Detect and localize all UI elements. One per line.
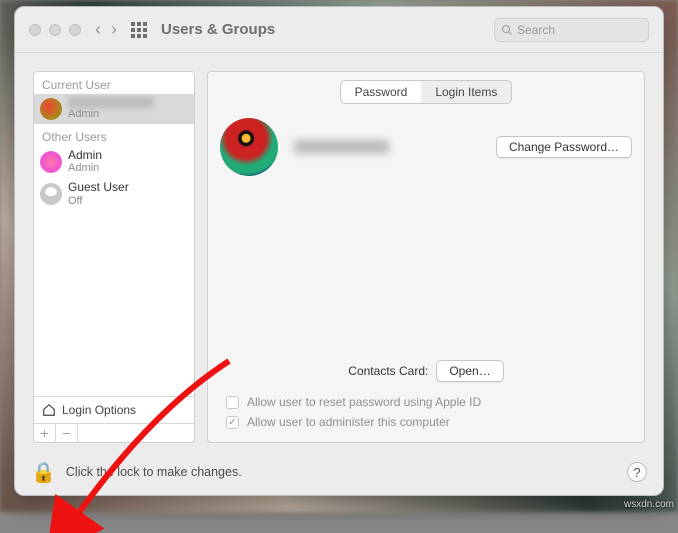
search-field[interactable]: Search [494, 18, 649, 42]
login-options-button[interactable]: Login Options [34, 396, 194, 423]
titlebar: ‹ › Users & Groups Search [15, 7, 663, 53]
search-placeholder: Search [517, 23, 555, 37]
sidebar-item-guest[interactable]: Guest User Off [34, 178, 194, 210]
add-user-button[interactable]: + [34, 424, 56, 442]
user-avatar-large[interactable] [220, 118, 278, 176]
nav-arrows: ‹ › [95, 19, 117, 40]
user-role: Admin [68, 162, 102, 175]
change-password-button[interactable]: Change Password… [496, 136, 632, 158]
lock-icon[interactable]: 🔒 [31, 460, 56, 485]
current-user-name [68, 97, 153, 108]
add-remove-bar: + − [34, 423, 194, 442]
avatar-icon [40, 151, 62, 173]
search-icon [501, 24, 513, 36]
other-users-label: Other Users [34, 124, 194, 146]
contacts-card-label: Contacts Card: [348, 364, 428, 378]
forward-button[interactable]: › [111, 19, 117, 40]
user-sidebar: Current User Admin Other Users Admin Adm… [33, 71, 195, 443]
help-button[interactable]: ? [627, 462, 647, 482]
open-contacts-button[interactable]: Open… [436, 360, 503, 382]
administer-checkbox[interactable] [226, 416, 239, 429]
reset-password-label: Allow user to reset password using Apple… [247, 395, 481, 409]
minimize-icon[interactable] [49, 24, 61, 36]
window-title: Users & Groups [161, 21, 275, 38]
remove-user-button[interactable]: − [56, 424, 78, 442]
close-icon[interactable] [29, 24, 41, 36]
lock-hint-text: Click the lock to make changes. [66, 465, 242, 479]
footer: 🔒 Click the lock to make changes. ? [15, 449, 663, 495]
tab-login-items[interactable]: Login Items [421, 81, 511, 103]
user-name: Admin [68, 149, 102, 163]
zoom-icon[interactable] [69, 24, 81, 36]
administer-label: Allow user to administer this computer [247, 415, 450, 429]
sidebar-item-current-user[interactable]: Admin [34, 94, 194, 124]
house-icon [42, 403, 56, 417]
window-controls [29, 24, 81, 36]
user-full-name [294, 140, 389, 154]
main-panel: Password Login Items Change Password… Co… [207, 71, 645, 443]
sidebar-item-admin[interactable]: Admin Admin [34, 146, 194, 178]
user-name: Guest User [68, 181, 129, 195]
show-all-icon[interactable] [131, 22, 147, 38]
back-button[interactable]: ‹ [95, 19, 101, 40]
tab-password[interactable]: Password [341, 81, 422, 103]
avatar-icon [40, 183, 62, 205]
preferences-window: ‹ › Users & Groups Search Current User A… [14, 6, 664, 496]
current-user-label: Current User [34, 72, 194, 94]
watermark: wsxdn.com [624, 499, 674, 510]
user-role: Off [68, 195, 129, 208]
avatar-icon [40, 98, 62, 120]
reset-password-checkbox[interactable] [226, 396, 239, 409]
current-user-role: Admin [68, 108, 153, 121]
tab-group: Password Login Items [340, 80, 513, 104]
